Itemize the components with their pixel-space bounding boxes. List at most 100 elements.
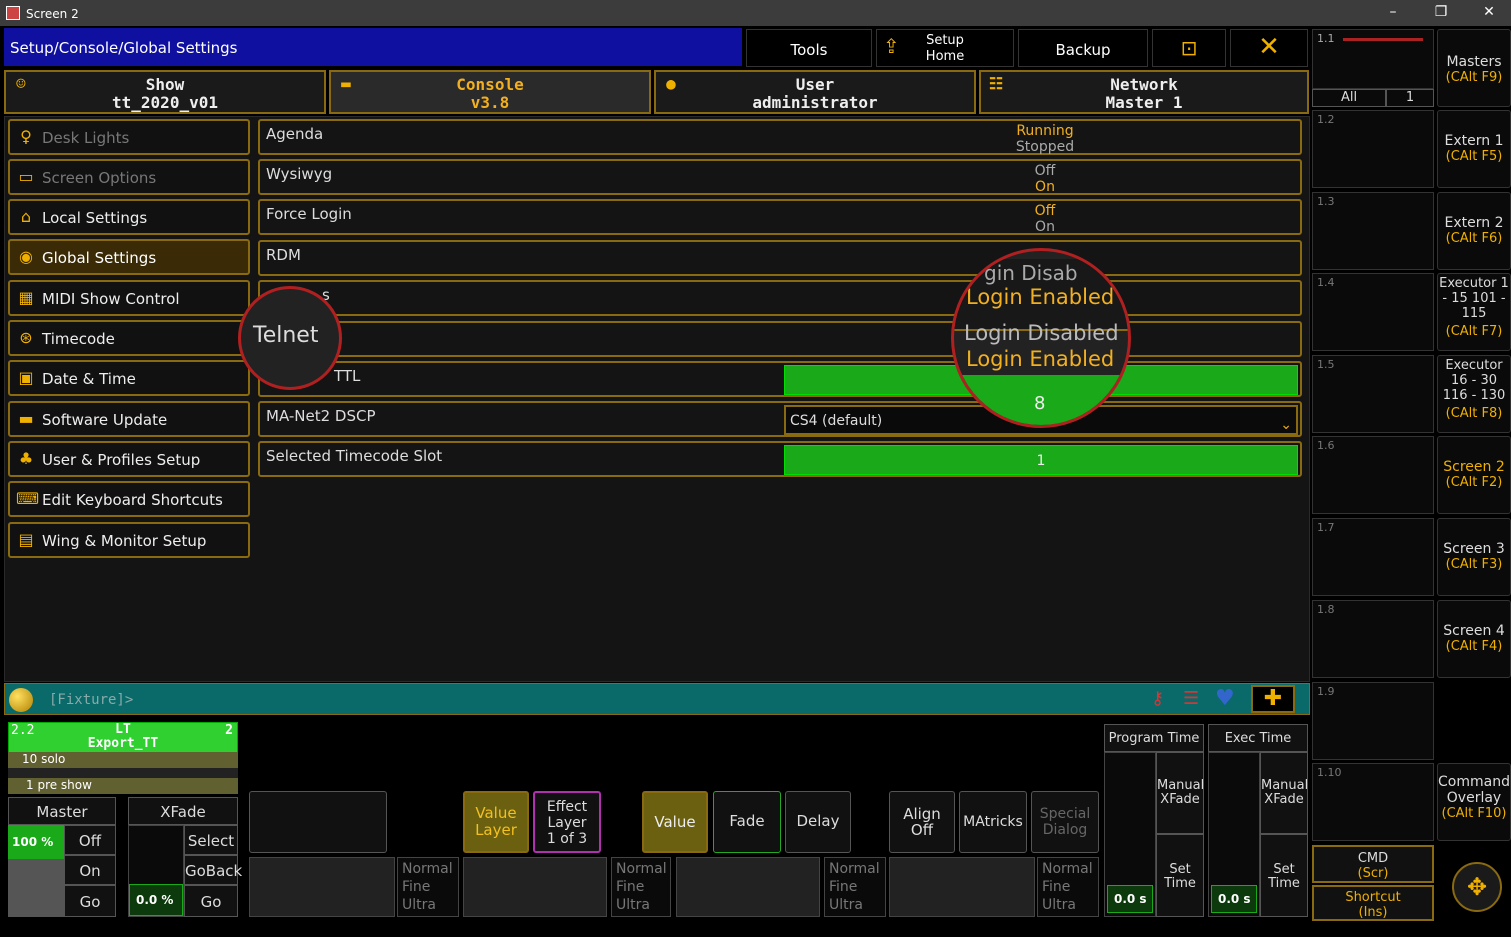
view-1-4[interactable]: 1.4 [1312,273,1434,351]
program-time-fader[interactable]: 0.0 s [1104,752,1156,917]
xfade-select-button[interactable]: Select [184,825,238,855]
encoder-1-track[interactable] [249,857,395,917]
program-set-time-button[interactable]: Set Time [1156,834,1204,917]
program-manual-xfade-button[interactable]: Manual XFade [1156,752,1204,834]
view-1-2[interactable]: 1.2 [1312,110,1434,188]
setting-rdm[interactable]: RDM [258,240,1302,276]
tools-button[interactable]: Tools [746,29,872,67]
xfade-goback-button[interactable]: GoBack [184,855,242,885]
screen-3-button[interactable]: Screen 3 (CAlt F3) [1437,518,1511,596]
button-label: Extern 2 [1444,215,1504,231]
tab-network[interactable]: ☷ Network Master 1 [979,70,1309,114]
command-line-bar[interactable]: [Fixture]> ⚷ ☰ ♥ ✚ [4,683,1310,715]
minimize-button[interactable]: – [1378,4,1408,22]
setting-telnet[interactable] [258,321,1302,357]
master-off-button[interactable]: Off [64,825,116,855]
exec-set-time-button[interactable]: Set Time [1260,834,1308,917]
setting-wysiwyg[interactable]: Wysiwyg Off On [258,159,1302,195]
backup-button[interactable]: Backup [1018,29,1148,67]
extern-2-button[interactable]: Extern 2 (CAlt F6) [1437,192,1511,270]
close-window-button[interactable]: ✕ [1474,4,1504,22]
sidebar-item-global-settings[interactable]: ◉ Global Settings [8,239,250,275]
effect-layer-button[interactable]: Effect Layer 1 of 3 [533,791,601,853]
encoder-3-resolution[interactable]: Normal Fine Ultra [824,857,886,917]
view-all-button[interactable]: All [1312,89,1386,107]
sidebar-item-desk-lights[interactable]: ♀ Desk Lights [8,119,250,155]
restore-button[interactable]: ❐ [1426,4,1456,22]
sidebar-item-user-profiles[interactable]: ♣ User & Profiles Setup [8,441,250,477]
sidebar-item-screen-options[interactable]: ▭ Screen Options [8,159,250,195]
view-1-5[interactable]: 1.5 [1312,355,1434,433]
view-1-8[interactable]: 1.8 [1312,600,1434,678]
view-page-number[interactable]: 1 [1386,89,1434,107]
delay-button[interactable]: Delay [785,791,851,853]
users-icon: ♣ [18,449,34,468]
view-1-10[interactable]: 1.10 [1312,763,1434,841]
sidebar-item-software-update[interactable]: ▬ Software Update [8,401,250,437]
matricks-button[interactable]: MAtricks [959,791,1027,853]
screenshot-button[interactable]: ⊡ [1152,29,1226,67]
sidebar-item-date-time[interactable]: ▣ Date & Time [8,360,250,396]
executor-name-2: Export_TT [87,736,159,751]
master-on-button[interactable]: On [64,855,116,885]
master-go-button[interactable]: Go [64,885,116,917]
tab-show[interactable]: ☺ Show tt_2020_v01 [4,70,326,114]
command-overlay-button[interactable]: Command Overlay (CAlt F10) [1437,763,1511,841]
magnifier-login: gin Disab Login Enabled Login Disabled L… [951,248,1131,428]
special-dialog-button[interactable]: Special Dialog [1031,791,1099,853]
master-fader[interactable]: 100 % [8,825,64,917]
resolution-fine: Fine [1042,879,1071,895]
executor-16-30-button[interactable]: Executor 16 - 30 116 - 130 (CAlt F8) [1437,355,1511,433]
shortcut-button[interactable]: Shortcut (Ins) [1312,885,1434,921]
encoder-2-resolution[interactable]: Normal Fine Ultra [611,857,671,917]
setting-ttl[interactable]: TTL [258,361,1302,397]
encoder-blank-button[interactable] [249,791,387,853]
align-button[interactable]: Align Off [889,791,955,853]
masters-button[interactable]: Masters (CAlt F9) [1437,29,1511,107]
tab-user[interactable]: ● User administrator [654,70,976,114]
timecode-slot-slider[interactable]: 1 [784,445,1298,475]
setting-timecode-slot[interactable]: Selected Timecode Slot 1 [258,441,1302,477]
value-layer-button[interactable]: Value Layer [463,791,529,853]
extern-1-button[interactable]: Extern 1 (CAlt F5) [1437,110,1511,188]
value-button[interactable]: Value [642,791,708,853]
add-button[interactable]: ✚ [1251,685,1295,713]
setup-home-button[interactable]: ⇪ Setup Home [876,29,1014,67]
screen-2-button[interactable]: Screen 2 (CAlt F2) [1437,436,1511,514]
sidebar-item-midi[interactable]: ▦ MIDI Show Control [8,280,250,316]
setting-force-login[interactable]: Force Login Off On [258,199,1302,235]
encoder-2-track[interactable] [463,857,607,917]
executor-1-15-button[interactable]: Executor 1 - 15 101 - 115 (CAlt F7) [1437,273,1511,351]
camera-icon: ⊡ [1180,36,1198,60]
close-setup-button[interactable]: ✕ [1230,29,1308,67]
view-1-1[interactable]: 1.1 [1312,29,1434,89]
sidebar-item-local-settings[interactable]: ⌂ Local Settings [8,199,250,235]
move-icon[interactable]: ✥ [1452,862,1502,912]
encoder-4-track[interactable] [889,857,1035,917]
view-1-6[interactable]: 1.6 [1312,436,1434,514]
view-1-9[interactable]: 1.9 [1312,682,1434,760]
xfade-fader[interactable]: 0.0 % [128,825,184,917]
encoder-1-resolution[interactable]: Normal Fine Ultra [397,857,459,917]
screen-4-button[interactable]: Screen 4 (CAlt F4) [1437,600,1511,678]
exec-manual-xfade-button[interactable]: Manual XFade [1260,752,1308,834]
exec-time-fader[interactable]: 0.0 s [1208,752,1260,917]
view-1-7[interactable]: 1.7 [1312,518,1434,596]
dscp-value: CS4 (default) [790,413,883,429]
effect-label-1: Effect [546,799,588,815]
fade-button[interactable]: Fade [713,791,781,853]
sidebar-item-wing-monitor[interactable]: ▤ Wing & Monitor Setup [8,522,250,558]
magnifier-text-d: Login Enabled [966,347,1115,371]
sidebar-item-keyboard-shortcuts[interactable]: ⌨ Edit Keyboard Shortcuts [8,481,250,517]
setting-agenda[interactable]: Agenda Running Stopped [258,119,1302,155]
tab-console[interactable]: ▬ Console v3.8 [329,70,651,114]
encoder-4-resolution[interactable]: Normal Fine Ultra [1037,857,1099,917]
xfade-go-button[interactable]: Go [184,885,238,917]
resolution-ultra: Ultra [1042,897,1076,913]
setting-row5[interactable]: s [258,280,1302,316]
cmd-button[interactable]: CMD (Scr) [1312,845,1434,883]
sidebar-item-timecode[interactable]: ⊛ Timecode [8,320,250,356]
view-1-3[interactable]: 1.3 [1312,192,1434,270]
encoder-3-track[interactable] [676,857,820,917]
setting-dscp[interactable]: MA-Net2 DSCP CS4 (default) ⌄ [258,401,1302,437]
